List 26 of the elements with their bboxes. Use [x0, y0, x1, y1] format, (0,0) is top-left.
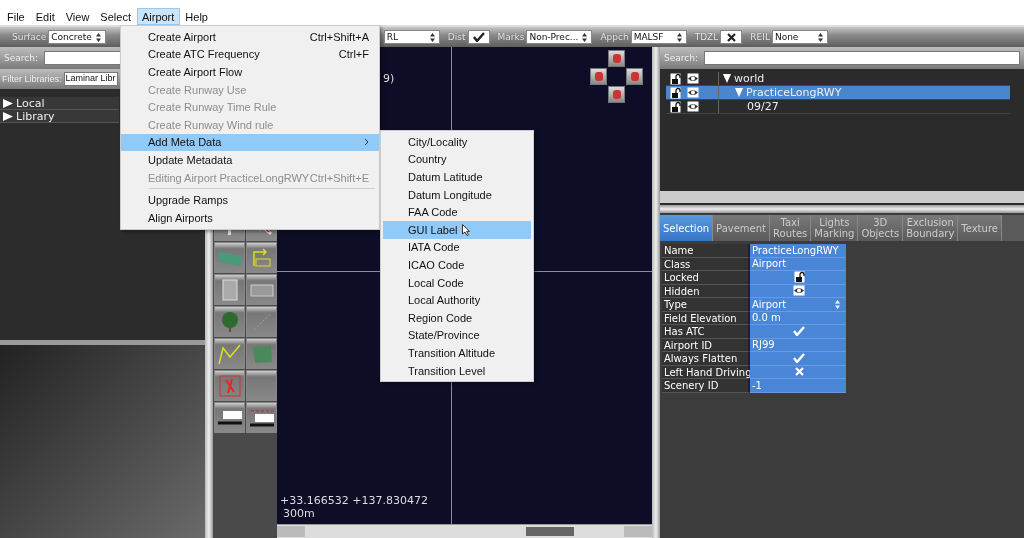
- toolbar-label: Dist: [447, 32, 466, 42]
- shortcut-text: Ctrl+Shift+E: [309, 171, 369, 184]
- property-name: Locked: [662, 271, 750, 285]
- map-label: 9): [383, 72, 395, 85]
- tree-label: world: [734, 72, 765, 85]
- search-label: Search:: [4, 53, 38, 63]
- toolbar-label: Surface: [12, 32, 47, 42]
- toolbar-label: Appch: [600, 32, 629, 42]
- toolbar-label: Marks: [497, 32, 525, 42]
- scale-text: 300m: [282, 507, 316, 520]
- property-name: Type: [662, 298, 750, 312]
- tree-label: Library: [16, 109, 55, 123]
- coordinates-text: +33.166532 +137.830472: [280, 494, 429, 507]
- toolbar-label: TDZL: [694, 32, 719, 42]
- shortcut-text: Ctrl+Shift+A: [309, 30, 369, 43]
- property-name: Name: [662, 244, 750, 258]
- tree-label: PracticeLongRWY: [746, 86, 842, 99]
- tree-label: 09/27: [747, 100, 779, 113]
- property-name: Has ATC: [662, 325, 750, 339]
- search-label: Search:: [664, 53, 698, 63]
- toolbar-label: REIL: [750, 32, 770, 42]
- property-name: Scenery ID: [662, 379, 750, 393]
- shortcut-text: Ctrl+F: [338, 48, 369, 61]
- tree-label: Local: [16, 96, 45, 110]
- property-name: Always Flatten: [662, 352, 750, 366]
- filter-label: Filter Libraries:: [2, 74, 62, 84]
